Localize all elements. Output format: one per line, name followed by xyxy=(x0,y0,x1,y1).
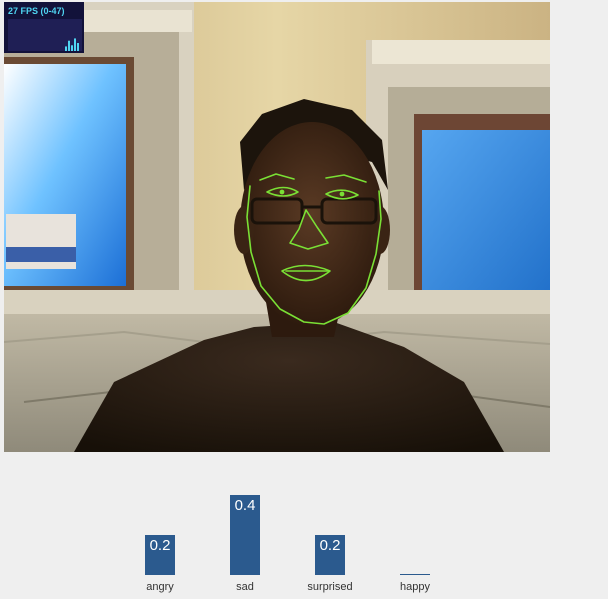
fps-history-bar xyxy=(74,38,76,51)
webcam-frame xyxy=(4,2,550,452)
emotion-category-label: sad xyxy=(236,581,254,593)
emotion-bar-baseline xyxy=(400,574,430,575)
emotion-value-label: 0.4 xyxy=(234,497,256,514)
emotion-category-label: angry xyxy=(146,581,174,593)
fps-history-bar xyxy=(71,45,73,51)
emotion-value-label: 0.2 xyxy=(319,537,341,554)
emotion-bar-chart: 0.2angry0.4sad0.2surprised0.0happy xyxy=(0,452,608,599)
fps-graph xyxy=(8,19,82,51)
fps-history-bar xyxy=(77,43,79,51)
fps-meter: 27 FPS (0-47) xyxy=(4,2,84,53)
fps-label: 27 FPS (0-47) xyxy=(8,6,65,16)
emotion-category-label: happy xyxy=(400,581,430,593)
tracker-page: 27 FPS (0-47) 0.2 angry 0.4 sad 0.2 surprised… xyxy=(0,0,608,599)
webcam-video xyxy=(4,2,550,452)
fps-history-bar xyxy=(65,46,67,51)
emotion-category-label: surprised xyxy=(307,581,353,593)
emotion-value-label: 0.2 xyxy=(149,537,171,554)
fps-history-bar xyxy=(68,40,70,51)
